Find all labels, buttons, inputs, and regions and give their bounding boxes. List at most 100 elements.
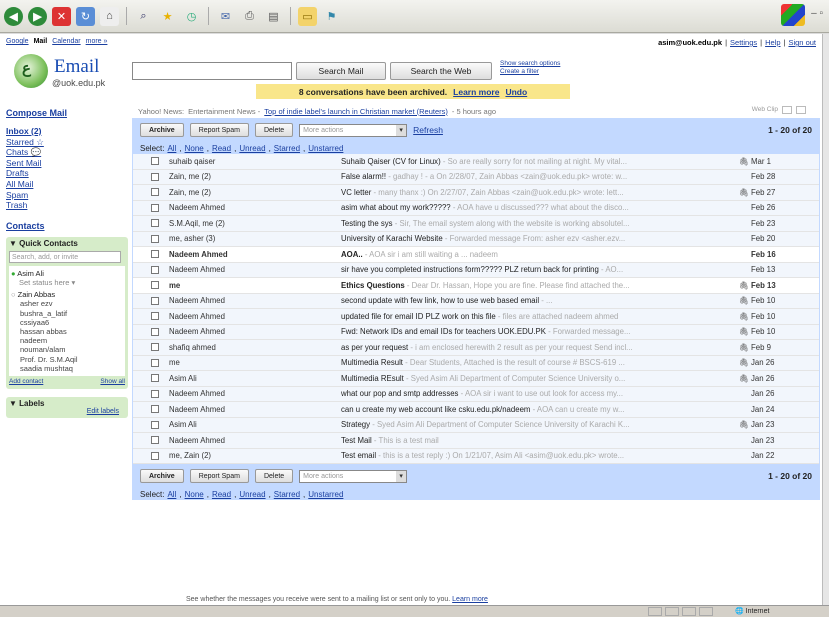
email-subject[interactable]: Strategy - Syed Asim Ali Department of C… (341, 420, 737, 429)
contact-item[interactable]: Prof. Dr. S.M.Aqil (11, 355, 123, 364)
email-subject[interactable]: sir have you completed instructions form… (341, 265, 737, 274)
email-row[interactable]: Zain, me (2) False alarm!! - gadhay ! - a… (133, 169, 819, 185)
contact-item[interactable]: nadeem (11, 336, 123, 345)
email-subject[interactable]: Ethics Questions - Dear Dr. Hassan, Hope… (341, 281, 737, 290)
row-checkbox[interactable] (151, 343, 159, 352)
row-checkbox[interactable] (151, 219, 159, 228)
contact-item[interactable]: ○ Zain Abbas (11, 290, 123, 299)
email-row[interactable]: Nadeem Ahmed what our pop and smtp addres… (133, 386, 819, 402)
email-subject[interactable]: updated file for email ID PLZ work on th… (341, 312, 737, 321)
email-subject[interactable]: Multimedia Result - Dear Students, Attac… (341, 358, 737, 367)
sidebar-item-inbox[interactable]: Inbox (2) (6, 126, 128, 137)
show-search-options-link[interactable]: Show search options (500, 60, 560, 68)
row-checkbox[interactable] (151, 420, 159, 429)
refresh-link[interactable]: Refresh (413, 125, 443, 135)
email-row[interactable]: Asim Ali Strategy - Syed Asim Ali Departm… (133, 417, 819, 433)
row-checkbox[interactable] (151, 327, 159, 336)
search-input[interactable] (132, 62, 292, 80)
row-checkbox[interactable] (151, 451, 159, 460)
select-none[interactable]: None (185, 490, 204, 499)
select-read[interactable]: Read (212, 144, 231, 153)
create-filter-link[interactable]: Create a filter (500, 68, 560, 76)
labels-header[interactable]: ▼ Labels (9, 399, 125, 408)
home-icon[interactable]: ⌂ (100, 6, 119, 26)
sidebar-item-sent[interactable]: Sent Mail (6, 158, 128, 169)
row-checkbox[interactable] (151, 188, 159, 197)
email-row[interactable]: shafiq ahmed as per your request - i am e… (133, 340, 819, 356)
email-subject[interactable]: what our pop and smtp addresses - AOA si… (341, 389, 737, 398)
status-dropdown[interactable]: Set status here ▾ (11, 278, 123, 287)
add-contact-link[interactable]: Add contact (9, 378, 43, 385)
contacts-link[interactable]: Contacts (6, 221, 128, 231)
email-row[interactable]: Nadeem Ahmed asim what about my work?????… (133, 200, 819, 216)
contact-item[interactable]: bushra_a_latif (11, 309, 123, 318)
search-icon[interactable]: ⌕ (134, 7, 153, 26)
email-row[interactable]: Nadeem Ahmed AOA.. - AOA sir i am still w… (133, 247, 819, 263)
select-read[interactable]: Read (212, 490, 231, 499)
row-checkbox[interactable] (151, 172, 159, 181)
email-subject[interactable]: Testing the sys - Sir, The email system … (341, 219, 737, 228)
history-icon[interactable]: ◷ (182, 7, 201, 26)
messenger-icon[interactable]: ⚑ (322, 7, 341, 26)
contact-item[interactable]: saadia mushtaq (11, 364, 123, 373)
signout-link[interactable]: Sign out (788, 38, 816, 47)
edit-labels-link[interactable]: Edit labels (87, 408, 119, 415)
footer-learn-more-link[interactable]: Learn more (452, 596, 488, 603)
email-row[interactable]: me Multimedia Result - Dear Students, Att… (133, 355, 819, 371)
email-subject[interactable]: University of Karachi Website - Forwarde… (341, 234, 737, 243)
sidebar-item-drafts[interactable]: Drafts (6, 168, 128, 179)
sidebar-item-all-mail[interactable]: All Mail (6, 179, 128, 190)
settings-link[interactable]: Settings (730, 38, 757, 47)
select-unread[interactable]: Unread (239, 144, 265, 153)
sidebar-item-spam[interactable]: Spam (6, 190, 128, 201)
select-starred[interactable]: Starred (274, 490, 300, 499)
row-checkbox[interactable] (151, 436, 159, 445)
email-subject[interactable]: second update with few link, how to use … (341, 296, 737, 305)
sidebar-item-trash[interactable]: Trash (6, 200, 128, 211)
email-row[interactable]: Nadeem Ahmed can u create my web account … (133, 402, 819, 418)
email-row[interactable]: Nadeem Ahmed sir have you completed instr… (133, 262, 819, 278)
contact-item[interactable]: asher ezv (11, 299, 123, 308)
email-row[interactable]: Zain, me (2) VC letter - many thanx :) On… (133, 185, 819, 201)
nav-mail[interactable]: Mail (34, 38, 48, 45)
email-subject[interactable]: False alarm!! - gadhay ! - a On 2/28/07,… (341, 172, 737, 181)
search-mail-button[interactable]: Search Mail (296, 62, 386, 80)
next-clip-icon[interactable] (796, 106, 806, 114)
row-checkbox[interactable] (151, 203, 159, 212)
email-subject[interactable]: can u create my web account like csku.ed… (341, 405, 737, 414)
show-all-link[interactable]: Show all (100, 378, 125, 385)
email-subject[interactable]: VC letter - many thanx :) On 2/27/07, Za… (341, 188, 737, 197)
select-unstarred[interactable]: Unstarred (308, 144, 343, 153)
delete-button[interactable]: Delete (254, 469, 294, 483)
contact-item[interactable]: hassan abbas (11, 327, 123, 336)
row-checkbox[interactable] (151, 312, 159, 321)
folder-icon[interactable]: ▭ (298, 6, 317, 26)
select-all[interactable]: All (167, 144, 176, 153)
delete-button[interactable]: Delete (254, 123, 294, 137)
archive-button[interactable]: Archive (140, 123, 184, 137)
email-row[interactable]: Nadeem Ahmed updated file for email ID PL… (133, 309, 819, 325)
row-checkbox[interactable] (151, 281, 159, 290)
row-checkbox[interactable] (151, 234, 159, 243)
vertical-scrollbar[interactable] (822, 34, 829, 605)
email-row[interactable]: me, asher (3) University of Karachi Websi… (133, 231, 819, 247)
email-row[interactable]: Nadeem Ahmed Test Mail - This is a test m… (133, 433, 819, 449)
email-subject[interactable]: AOA.. - AOA sir i am still waiting a ...… (341, 250, 737, 259)
nav-more[interactable]: more » (86, 38, 108, 45)
compose-mail-link[interactable]: Compose Mail (6, 108, 128, 118)
row-checkbox[interactable] (151, 374, 159, 383)
row-checkbox[interactable] (151, 265, 159, 274)
edit-icon[interactable]: ▤ (264, 7, 283, 26)
print-icon[interactable]: ⎙ (240, 7, 259, 26)
email-subject[interactable]: Test Mail - This is a test mail (341, 436, 737, 445)
refresh-icon[interactable]: ↻ (76, 6, 95, 26)
email-row[interactable]: me, Zain (2) Test email - this is a test … (133, 448, 819, 464)
sidebar-item-chats[interactable]: Chats 💬 (6, 147, 128, 158)
sidebar-item-starred[interactable]: Starred ☆ (6, 137, 128, 148)
prev-clip-icon[interactable] (782, 106, 792, 114)
stop-icon[interactable]: ✕ (52, 6, 71, 26)
email-subject[interactable]: asim what about my work????? - AOA have … (341, 203, 737, 212)
select-all[interactable]: All (167, 490, 176, 499)
forward-icon[interactable]: ▶ (28, 6, 47, 26)
email-subject[interactable]: Fwd: Network IDs and email IDs for teach… (341, 327, 737, 336)
